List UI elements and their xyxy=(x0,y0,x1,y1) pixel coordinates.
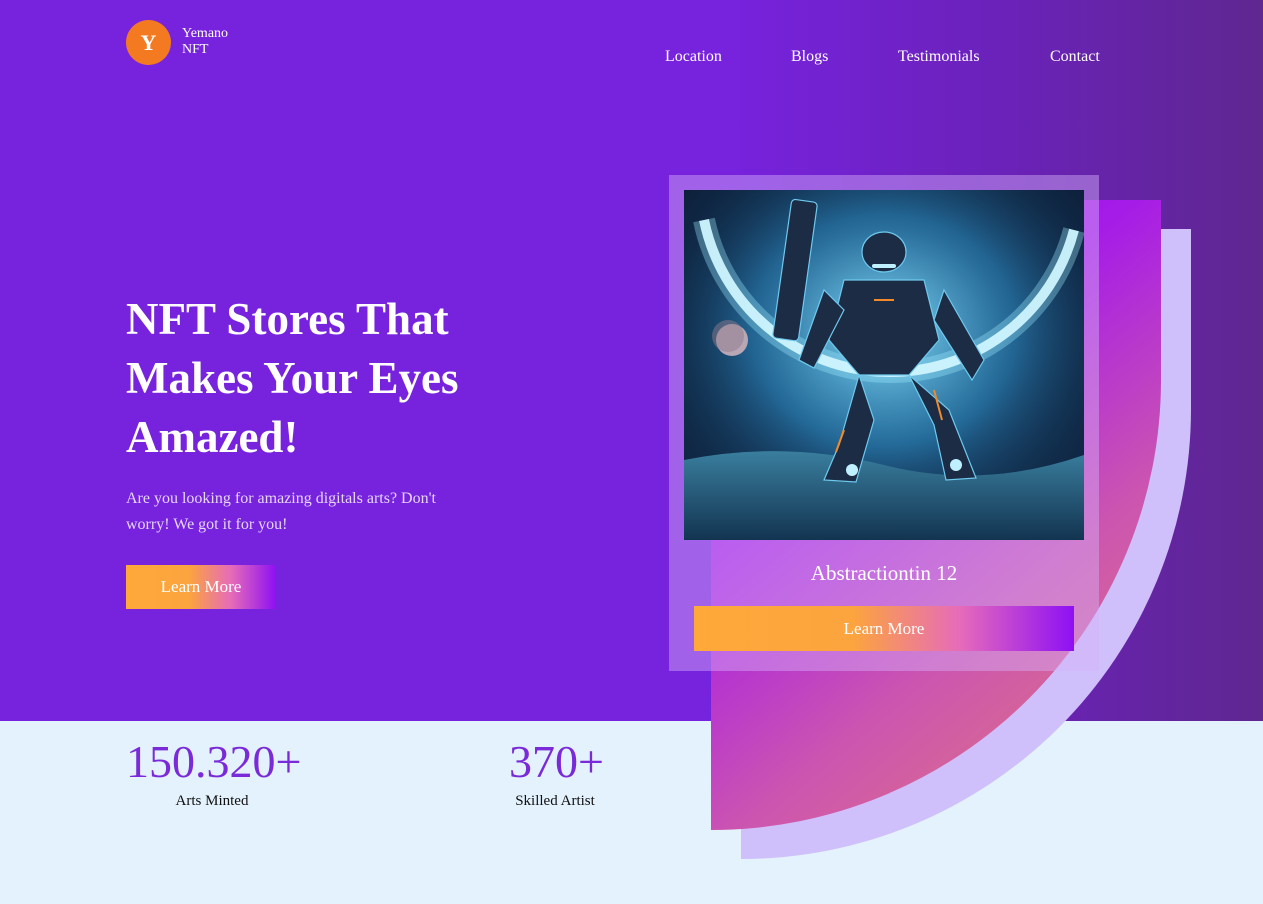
nft-card-title: Abstractiontin 12 xyxy=(810,561,958,585)
brand-name-line1: Yemano xyxy=(182,26,229,41)
nft-artwork-image[interactable] xyxy=(684,190,1084,540)
nav-link-blogs[interactable]: Blogs xyxy=(791,48,828,66)
hero-headline: NFT Stores That Makes Your Eyes Amazed! xyxy=(126,294,459,462)
brand-name: Yemano NFT xyxy=(182,26,228,58)
nav-link-contact[interactable]: Contact xyxy=(1050,48,1100,66)
stat-label-arts-minted: Arts Minted xyxy=(175,793,249,809)
brand-name-line2: NFT xyxy=(182,42,209,57)
stat-label-skilled-artist: Skilled Artist xyxy=(515,793,595,809)
hero-subtitle: Are you looking for amazing digitals art… xyxy=(126,490,436,533)
robot-artwork-illustration xyxy=(684,190,1084,540)
hero-learn-more-button[interactable]: Learn More xyxy=(126,565,276,609)
nav-link-testimonials[interactable]: Testimonials xyxy=(898,48,980,66)
nft-card: Abstractiontin 12 Learn More xyxy=(669,175,1099,671)
logo-badge: Y xyxy=(126,20,171,65)
stat-value-arts-minted: 150.320+ xyxy=(126,736,302,787)
nav-link-location[interactable]: Location xyxy=(665,48,722,66)
brand-logo[interactable]: Y Yemano NFT xyxy=(126,20,228,65)
stat-value-skilled-artist: 370+ xyxy=(509,736,604,787)
card-learn-more-button[interactable]: Learn More xyxy=(694,606,1074,651)
